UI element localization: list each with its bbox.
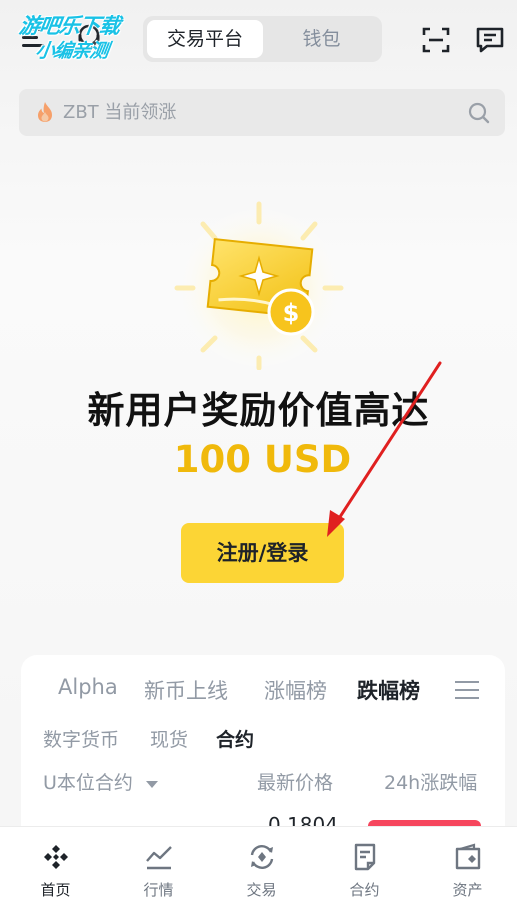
fire-icon [38,102,52,122]
trade-icon [250,845,274,869]
watermark-line-2: 小编亲测 [34,40,110,62]
tab-alpha[interactable]: Alpha [58,675,118,699]
nav-home-label: 首页 [40,881,71,899]
register-login-button[interactable]: 注册/登录 [181,523,344,583]
wallet-icon [455,843,481,870]
top-header: 游吧乐下载 小编亲测 交易平台 钱包 [0,0,517,80]
svg-text:$: $ [283,299,300,327]
pair-column-label: U本位合约 [43,772,133,794]
search-icon[interactable] [467,101,491,125]
reward-ticket-illustration: $ [174,201,344,370]
price-column-header: 最新价格 [257,772,334,794]
list-menu-icon[interactable] [455,679,479,701]
hero-amount: 100 USD [173,438,352,481]
change-column-header: 24h涨跌幅 [384,772,478,794]
tab-exchange[interactable]: 交易平台 [147,20,263,58]
tab-futures[interactable]: 合约 [216,725,254,752]
search-placeholder: ZBT 当前领涨 [63,102,177,123]
search-bar[interactable]: ZBT 当前领涨 [19,89,505,136]
pair-column-header[interactable]: U本位合约 [43,768,159,795]
market-icon [146,846,172,870]
tab-crypto[interactable]: 数字货币 [43,725,119,752]
tab-spot[interactable]: 现货 [150,725,188,752]
nav-trade-label: 交易 [246,881,277,899]
bottom-navigation: 首页 行情 交易 合约 资产 [0,826,517,901]
tab-wallet[interactable]: 钱包 [265,20,378,58]
nav-futures[interactable]: 合约 [313,827,416,901]
tab-gainers[interactable]: 涨幅榜 [264,675,327,705]
nav-assets[interactable]: 资产 [416,827,517,901]
platform-switch: 交易平台 钱包 [143,16,382,62]
market-category-tabs: Alpha 新币上线 涨幅榜 跌幅榜 [21,655,505,715]
nav-futures-label: 合约 [349,881,380,899]
scan-icon[interactable] [420,24,452,56]
message-icon[interactable] [474,24,506,56]
nav-market-label: 行情 [143,881,174,899]
hero-title: 新用户奖励价值高达 [87,389,430,432]
watermark-overlay: 游吧乐下载 小编亲测 [4,6,152,64]
nav-trade[interactable]: 交易 [210,827,313,901]
home-icon [44,845,68,869]
market-sub-tabs: 数字货币 现货 合约 [21,721,505,755]
futures-icon [354,843,376,871]
nav-market[interactable]: 行情 [107,827,210,901]
tab-losers[interactable]: 跌幅榜 [357,675,420,705]
caret-down-icon [145,780,158,788]
nav-home[interactable]: 首页 [4,827,107,901]
market-card: Alpha 新币上线 涨幅榜 跌幅榜 数字货币 现货 合约 U本位合约 最新价格… [21,655,505,860]
tab-new-listings[interactable]: 新币上线 [144,675,228,705]
nav-assets-label: 资产 [452,881,483,899]
